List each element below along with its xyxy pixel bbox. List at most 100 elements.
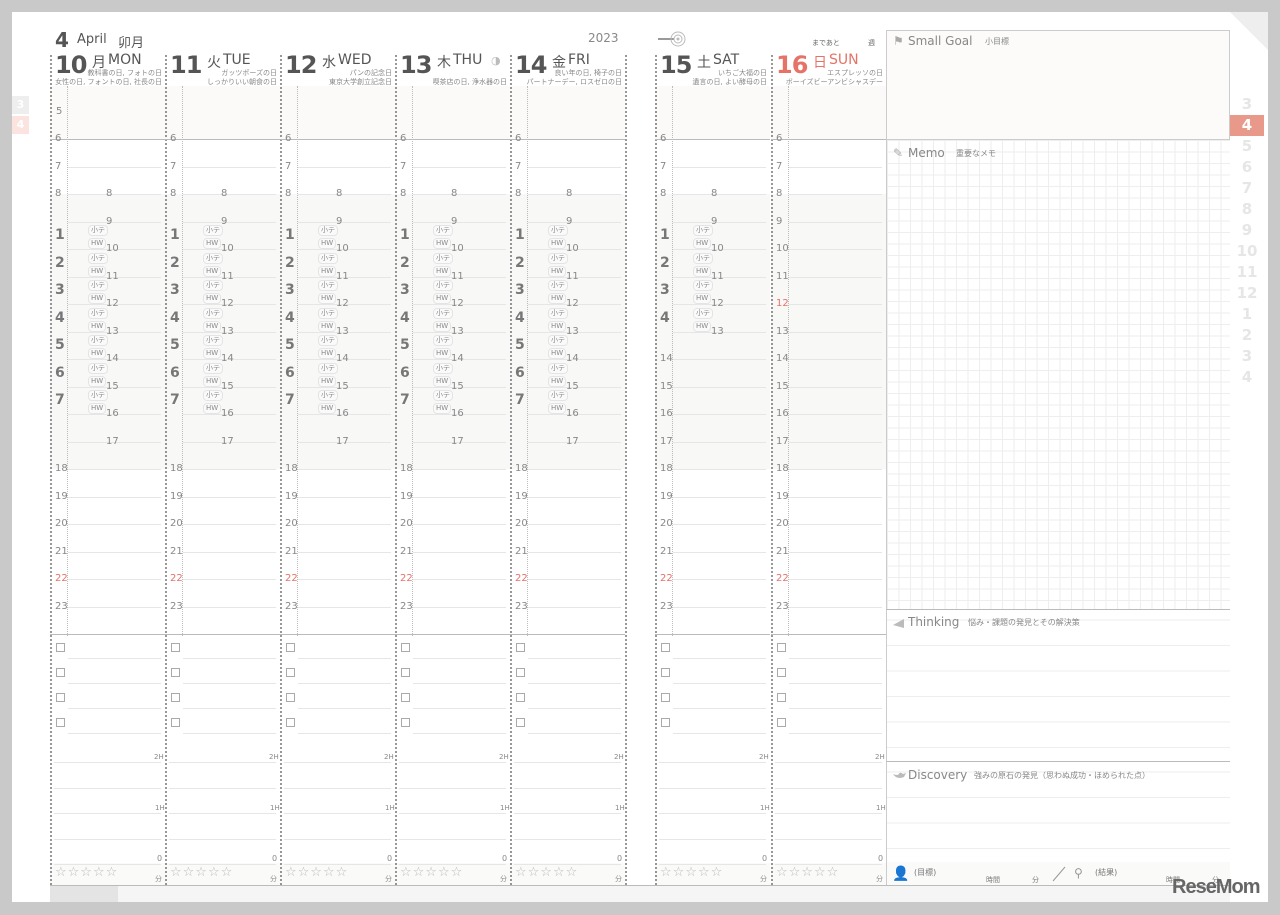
quiz-badge[interactable]: 小テ <box>203 252 223 264</box>
todo-checkbox[interactable] <box>401 668 410 677</box>
homework-badge[interactable]: HW <box>203 375 222 387</box>
quiz-badge[interactable]: 小テ <box>203 280 223 291</box>
quiz-badge[interactable]: 小テ <box>88 335 108 346</box>
homework-badge[interactable]: HW <box>203 293 222 304</box>
homework-badge[interactable]: HW <box>318 375 337 387</box>
homework-badge[interactable]: HW <box>203 348 222 359</box>
homework-badge[interactable]: HW <box>548 348 567 359</box>
homework-badge[interactable]: HW <box>88 293 107 304</box>
homework-badge[interactable]: HW <box>88 320 107 332</box>
quiz-badge[interactable]: 小テ <box>318 335 338 346</box>
todo-checkbox[interactable] <box>286 718 295 727</box>
homework-badge[interactable]: HW <box>548 293 567 304</box>
quiz-badge[interactable]: 小テ <box>693 252 713 264</box>
rating-stars[interactable]: ☆☆☆☆☆ <box>55 865 118 880</box>
homework-badge[interactable]: HW <box>433 375 452 387</box>
homework-badge[interactable]: HW <box>88 265 107 277</box>
quiz-badge[interactable]: 小テ <box>548 225 568 236</box>
todo-checkbox[interactable] <box>516 718 525 727</box>
homework-badge[interactable]: HW <box>548 265 567 277</box>
homework-badge[interactable]: HW <box>433 238 452 249</box>
homework-badge[interactable]: HW <box>433 403 452 414</box>
rating-stars[interactable]: ☆☆☆☆☆ <box>660 865 723 880</box>
rating-stars[interactable]: ☆☆☆☆☆ <box>400 865 463 880</box>
todo-checkbox[interactable] <box>56 693 65 702</box>
todo-checkbox[interactable] <box>171 668 180 677</box>
todo-checkbox[interactable] <box>401 693 410 702</box>
quiz-badge[interactable]: 小テ <box>693 280 713 291</box>
homework-badge[interactable]: HW <box>548 320 567 332</box>
todo-checkbox[interactable] <box>286 668 295 677</box>
homework-badge[interactable]: HW <box>318 403 337 414</box>
todo-checkbox[interactable] <box>777 693 786 702</box>
quiz-badge[interactable]: 小テ <box>318 252 338 264</box>
month-tab[interactable]: 2 <box>1230 325 1264 346</box>
rating-stars[interactable]: ☆☆☆☆☆ <box>285 865 348 880</box>
todo-checkbox[interactable] <box>661 643 670 652</box>
todo-checkbox[interactable] <box>401 643 410 652</box>
homework-badge[interactable]: HW <box>203 265 222 277</box>
homework-badge[interactable]: HW <box>88 375 107 387</box>
left-month-tab[interactable]: 4 <box>12 116 29 134</box>
quiz-badge[interactable]: 小テ <box>88 280 108 291</box>
left-month-tab[interactable]: 3 <box>12 96 29 114</box>
todo-checkbox[interactable] <box>777 668 786 677</box>
todo-checkbox[interactable] <box>56 643 65 652</box>
todo-checkbox[interactable] <box>56 668 65 677</box>
quiz-badge[interactable]: 小テ <box>548 307 568 319</box>
month-tab[interactable]: 8 <box>1230 199 1264 220</box>
quiz-badge[interactable]: 小テ <box>318 225 338 236</box>
todo-checkbox[interactable] <box>516 693 525 702</box>
todo-checkbox[interactable] <box>516 668 525 677</box>
quiz-badge[interactable]: 小テ <box>88 225 108 236</box>
homework-badge[interactable]: HW <box>318 293 337 304</box>
quiz-badge[interactable]: 小テ <box>433 390 453 401</box>
month-tab[interactable]: 6 <box>1230 157 1264 178</box>
homework-badge[interactable]: HW <box>203 403 222 414</box>
month-tab[interactable]: 1 <box>1230 304 1264 325</box>
quiz-badge[interactable]: 小テ <box>318 362 338 374</box>
quiz-badge[interactable]: 小テ <box>203 390 223 401</box>
todo-checkbox[interactable] <box>286 693 295 702</box>
quiz-badge[interactable]: 小テ <box>203 307 223 319</box>
month-tab[interactable]: 4 <box>1230 115 1264 136</box>
homework-badge[interactable]: HW <box>318 238 337 249</box>
quiz-badge[interactable]: 小テ <box>548 252 568 264</box>
homework-badge[interactable]: HW <box>88 403 107 414</box>
todo-checkbox[interactable] <box>401 718 410 727</box>
quiz-badge[interactable]: 小テ <box>548 335 568 346</box>
todo-checkbox[interactable] <box>286 643 295 652</box>
quiz-badge[interactable]: 小テ <box>433 307 453 319</box>
quiz-badge[interactable]: 小テ <box>88 307 108 319</box>
quiz-badge[interactable]: 小テ <box>548 280 568 291</box>
todo-checkbox[interactable] <box>171 718 180 727</box>
month-tab[interactable]: 9 <box>1230 220 1264 241</box>
quiz-badge[interactable]: 小テ <box>548 390 568 401</box>
todo-checkbox[interactable] <box>56 718 65 727</box>
quiz-badge[interactable]: 小テ <box>433 280 453 291</box>
quiz-badge[interactable]: 小テ <box>203 225 223 236</box>
homework-badge[interactable]: HW <box>318 265 337 277</box>
homework-badge[interactable]: HW <box>433 348 452 359</box>
quiz-badge[interactable]: 小テ <box>88 390 108 401</box>
homework-badge[interactable]: HW <box>548 238 567 249</box>
todo-checkbox[interactable] <box>661 718 670 727</box>
quiz-badge[interactable]: 小テ <box>203 362 223 374</box>
homework-badge[interactable]: HW <box>693 265 712 277</box>
quiz-badge[interactable]: 小テ <box>693 307 713 319</box>
todo-checkbox[interactable] <box>171 693 180 702</box>
month-tab[interactable]: 3 <box>1230 94 1264 115</box>
homework-badge[interactable]: HW <box>548 403 567 414</box>
quiz-badge[interactable]: 小テ <box>433 252 453 264</box>
month-tab[interactable]: 11 <box>1230 262 1264 283</box>
todo-checkbox[interactable] <box>777 643 786 652</box>
month-tab[interactable]: 12 <box>1230 283 1264 304</box>
rating-stars[interactable]: ☆☆☆☆☆ <box>776 865 839 880</box>
quiz-badge[interactable]: 小テ <box>548 362 568 374</box>
quiz-badge[interactable]: 小テ <box>88 252 108 264</box>
homework-badge[interactable]: HW <box>318 320 337 332</box>
todo-checkbox[interactable] <box>171 643 180 652</box>
homework-badge[interactable]: HW <box>433 293 452 304</box>
quiz-badge[interactable]: 小テ <box>318 390 338 401</box>
month-tab[interactable]: 7 <box>1230 178 1264 199</box>
